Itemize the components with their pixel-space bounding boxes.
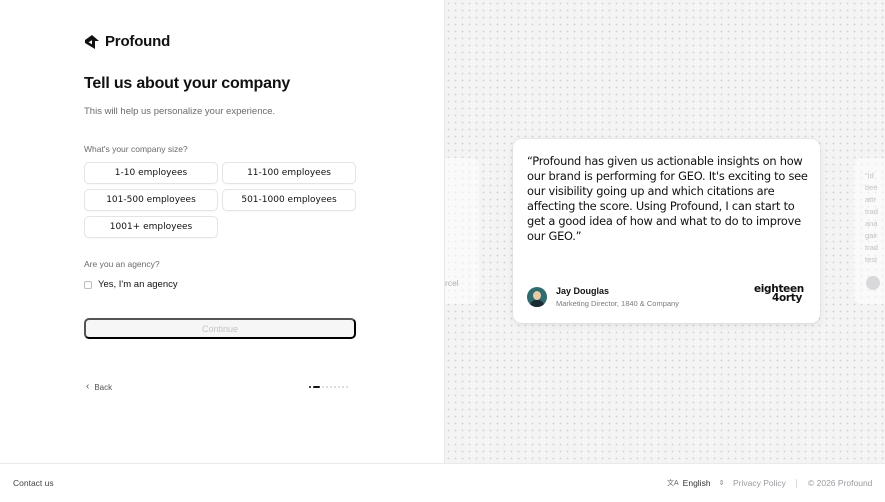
size-option-101-500[interactable]: 101-500 employees [84,189,218,211]
agency-question-label: Are you an agency? [84,259,160,269]
progress-dot [338,386,340,388]
company-size-label: What's your company size? [84,144,188,154]
page-subtitle: This will help us personalize your exper… [84,106,276,117]
language-label: English [682,478,711,488]
author-name: Jay Douglas [556,286,610,296]
next-card-text: “Id bee attr trad ana gair trad test [865,171,878,264]
size-option-501-1000[interactable]: 501-1000 employees [222,189,356,211]
company-logo: eighteen 4orty [753,283,804,304]
step-progress [309,386,348,388]
page-title: Tell us about your company [84,75,291,92]
contact-us-link[interactable]: Contact us [13,478,54,488]
testimonial-author: Jay Douglas Marketing Director, 1840 & C… [527,286,679,308]
agency-checkbox-row[interactable]: Yes, I'm an agency [84,279,178,290]
testimonial-panel: rcel “Profound has given us actionable i… [444,0,885,463]
size-option-1-10[interactable]: 1-10 employees [84,162,218,184]
translate-icon: 文A [667,480,679,487]
onboarding-panel: Profound Tell us about your company This… [0,0,444,463]
progress-dot [326,386,328,388]
footer-divider [796,479,797,488]
footer: Contact us 文A English ⇕ Privacy Policy ©… [0,463,885,502]
size-option-1001-plus[interactable]: 1001+ employees [84,216,218,238]
copyright: © 2026 Profound [808,478,873,488]
back-button[interactable]: ‹ Back [86,382,112,392]
progress-dot-active [313,386,320,388]
avatar [527,287,547,307]
progress-dot [330,386,332,388]
agency-checkbox-label[interactable]: Yes, I'm an agency [98,279,178,290]
next-testimonial-card: “Id bee attr trad ana gair trad test [854,158,885,304]
previous-card-text: rcel [445,278,459,288]
privacy-policy-link[interactable]: Privacy Policy [733,478,786,488]
progress-dot [334,386,336,388]
progress-dot [342,386,344,388]
avatar [866,276,880,290]
testimonial-card: “Profound has given us actionable insigh… [513,139,820,323]
continue-button[interactable]: Continue [84,318,356,339]
agency-checkbox[interactable] [84,280,92,289]
author-role: Marketing Director, 1840 & Company [556,299,679,308]
progress-dot [322,386,324,388]
previous-testimonial-card: rcel [445,158,479,304]
profound-logo-icon [85,34,99,49]
testimonial-quote: “Profound has given us actionable insigh… [527,154,808,243]
back-label: Back [94,382,113,392]
brand-logo[interactable]: Profound [84,33,170,50]
language-selector[interactable]: 文A English ⇕ [667,478,724,488]
size-option-11-100[interactable]: 11-100 employees [222,162,356,184]
chevron-up-down-icon: ⇕ [718,480,725,487]
chevron-left-icon: ‹ [86,381,90,392]
progress-dot [346,386,348,388]
brand-name: Profound [105,33,171,50]
progress-dot [309,386,311,388]
